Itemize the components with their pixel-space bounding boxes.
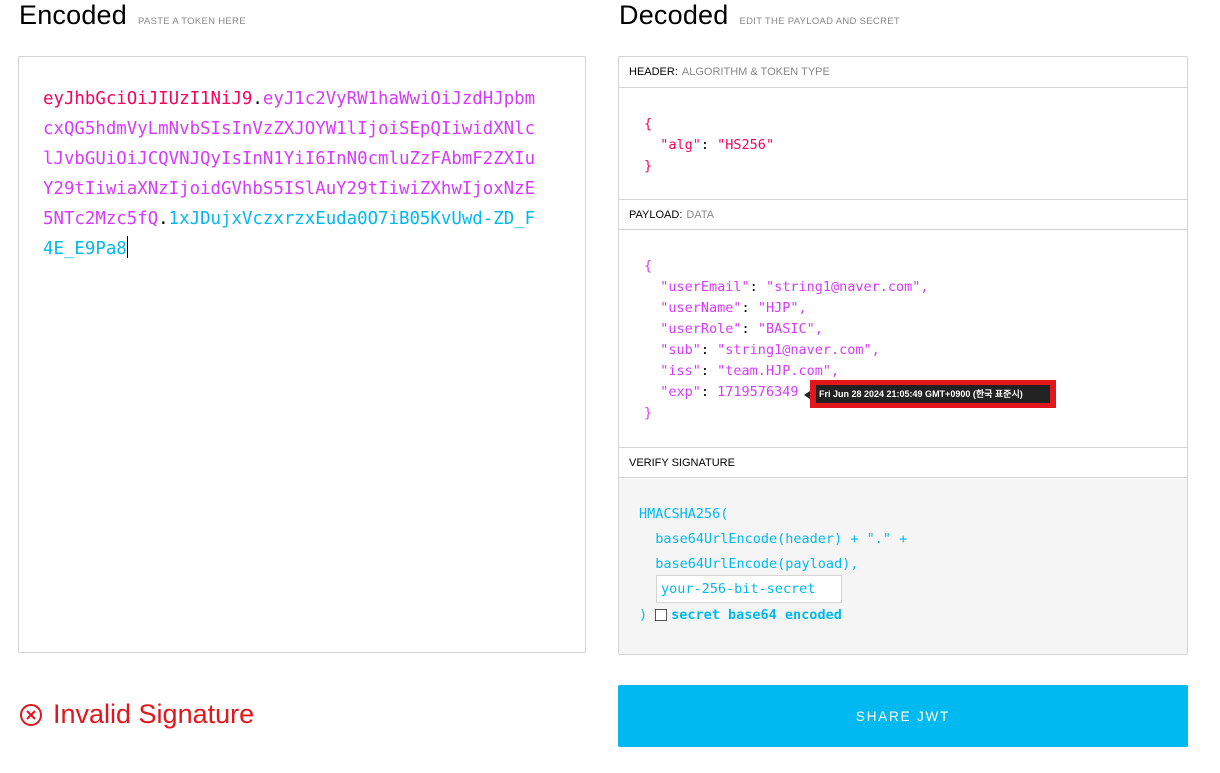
- payload-panel-heading: PAYLOAD: DATA: [619, 199, 1187, 230]
- payload-value: "string1@naver.com",: [765, 279, 929, 295]
- header-open-brace: {: [644, 116, 653, 132]
- header-alg-key: "alg": [660, 137, 701, 153]
- payload-sub-label: DATA: [686, 209, 715, 221]
- signature-status-text: Invalid Signature: [53, 699, 255, 729]
- verify-line: HMACSHA256(: [639, 506, 729, 522]
- encoded-subtitle: PASTE A TOKEN HERE: [138, 16, 246, 27]
- payload-value: 1719576349: [717, 384, 799, 400]
- token-header-part: eyJhbGciOiJIUzI1NiJ9: [43, 89, 253, 109]
- verify-panel-heading: VERIFY SIGNATURE: [619, 447, 1187, 478]
- payload-value: "team.HJP.com",: [717, 363, 840, 379]
- invalid-x-circle-icon: [20, 703, 42, 726]
- close-paren: ): [639, 607, 648, 623]
- payload-label: PAYLOAD:: [629, 209, 683, 221]
- decoded-heading: Decoded: [619, 0, 729, 30]
- payload-key: "iss": [660, 363, 701, 379]
- exp-date-tooltip: Fri Jun 28 2024 21:05:49 GMT+0900 (한국 표준…: [804, 380, 1056, 408]
- header-close-brace: }: [644, 158, 653, 174]
- verify-signature-body: HMACSHA256( base64UrlEncode(header) + ".…: [619, 479, 1187, 654]
- payload-value: "HJP",: [757, 300, 807, 316]
- header-alg-value: "HS256": [717, 137, 775, 153]
- header-label: HEADER:: [629, 66, 678, 78]
- verify-close-row: ) secret base64 encoded: [639, 607, 842, 623]
- header-panel-heading: HEADER: ALGORITHM & TOKEN TYPE: [619, 57, 1187, 88]
- token-text[interactable]: eyJhbGciOiJIUzI1NiJ9.eyJ1c2VyRW1haWwiOiJ…: [43, 84, 543, 264]
- signature-status: Invalid Signature: [19, 699, 254, 730]
- decoded-section-title: Decoded EDIT THE PAYLOAD AND SECRET: [619, 0, 900, 34]
- encoded-token-editor[interactable]: eyJhbGciOiJIUzI1NiJ9.eyJ1c2VyRW1haWwiOiJ…: [18, 56, 586, 653]
- header-sub-label: ALGORITHM & TOKEN TYPE: [681, 66, 830, 78]
- tooltip-arrow: [804, 391, 810, 399]
- decoded-panel: HEADER: ALGORITHM & TOKEN TYPE { "alg": "…: [618, 56, 1188, 655]
- text-cursor: [126, 236, 128, 258]
- payload-key: "userName": [660, 300, 742, 316]
- base64-checkbox[interactable]: [655, 609, 668, 621]
- verify-line: base64UrlEncode(payload),: [639, 556, 859, 572]
- verify-line: base64UrlEncode(header) + "." +: [639, 531, 908, 547]
- payload-value: "string1@naver.com",: [717, 342, 880, 358]
- tooltip-text: Fri Jun 28 2024 21:05:49 GMT+0900 (한국 표준…: [816, 385, 1050, 403]
- secret-input[interactable]: [656, 575, 842, 603]
- verify-label: VERIFY SIGNATURE: [629, 457, 735, 469]
- payload-close-brace: }: [644, 405, 653, 421]
- payload-value: "BASIC",: [757, 321, 823, 337]
- header-json-editor[interactable]: { "alg": "HS256" }: [644, 114, 774, 177]
- token-dot: .: [252, 89, 263, 109]
- encoded-heading: Encoded: [19, 0, 127, 30]
- token-dot: .: [158, 209, 169, 229]
- token-payload-part: eyJ1c2VyRW1haWwiOiJzdHJpbmcxQG5hdmVyLmNv…: [43, 89, 536, 229]
- payload-key: "userEmail": [660, 279, 750, 295]
- base64-checkbox-label[interactable]: secret base64 encoded: [671, 607, 842, 623]
- payload-open-brace: {: [644, 258, 653, 274]
- decoded-subtitle: EDIT THE PAYLOAD AND SECRET: [739, 16, 900, 27]
- payload-key: "userRole": [660, 321, 742, 337]
- verify-code: HMACSHA256( base64UrlEncode(header) + ".…: [639, 502, 907, 577]
- share-jwt-button[interactable]: SHARE JWT: [618, 685, 1188, 747]
- payload-key: "sub": [660, 342, 701, 358]
- encoded-section-title: Encoded PASTE A TOKEN HERE: [19, 0, 246, 34]
- payload-key: "exp": [660, 384, 701, 400]
